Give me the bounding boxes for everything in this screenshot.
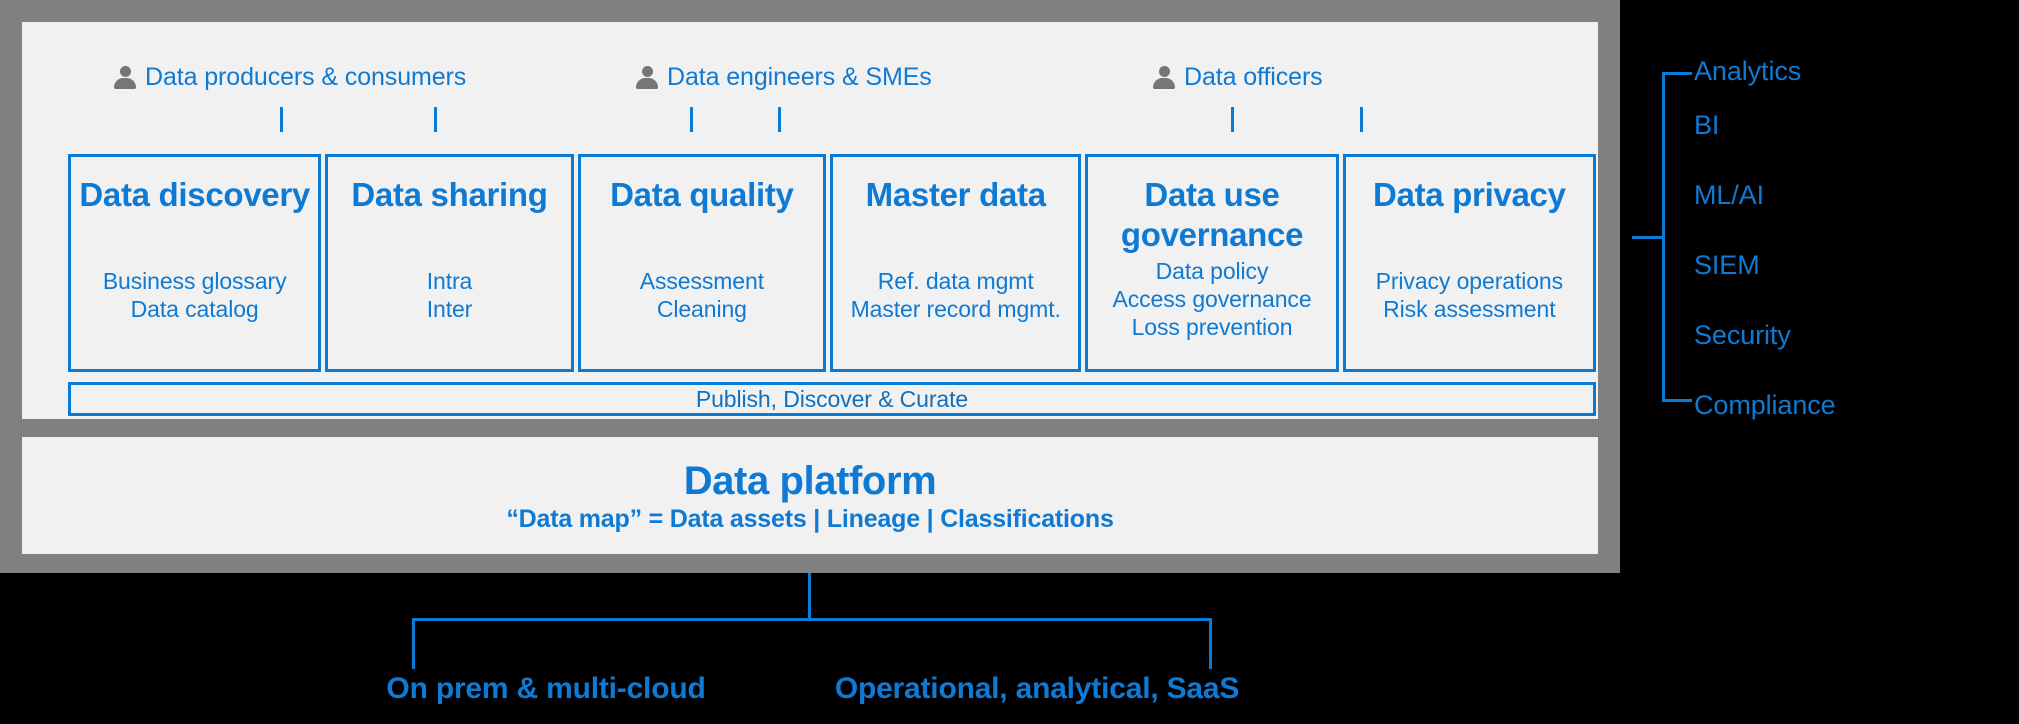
consumer-item-security[interactable]: Security	[1694, 320, 1791, 350]
consumer-item-ml-ai[interactable]: ML/AI	[1694, 180, 1764, 210]
card-title: Data privacy	[1372, 176, 1566, 213]
data-platform-title: Data platform	[683, 458, 937, 503]
card-sub-item: Data catalog	[130, 296, 259, 322]
connector-stub-data-privacy	[1360, 107, 1363, 132]
consumer-item-bi[interactable]: BI	[1694, 110, 1719, 140]
card-sub-item: Inter	[426, 296, 473, 322]
card-title: Data discovery	[79, 176, 310, 213]
consumer-workloads-bracket: Analytics BI ML/AI SIEM Security Complia…	[1632, 48, 2019, 448]
deployment-label-on-prem-multicloud: On prem & multi-cloud	[386, 672, 706, 705]
deployment-label-operational-analytical-saas: Operational, analytical, SaaS	[834, 672, 1240, 705]
card-master-data[interactable]: Master data Ref. data mgmt Master record…	[830, 154, 1082, 372]
connector-stub-data-use-governance	[1231, 107, 1234, 132]
card-title: Data use governance	[1120, 176, 1304, 253]
consumer-item-siem[interactable]: SIEM	[1694, 250, 1760, 280]
deployment-leg-left	[412, 618, 415, 669]
card-sub-item: Data policy	[1155, 258, 1269, 284]
card-data-discovery[interactable]: Data discovery Business glossary Data ca…	[68, 154, 322, 372]
persona-data-engineers-smes: Data engineers & SMEs	[636, 64, 932, 90]
persona-data-officers: Data officers	[1153, 64, 1323, 90]
publish-bar-label: Publish, Discover & Curate	[695, 386, 969, 412]
capability-cards-row: Data discovery Business glossary Data ca…	[68, 154, 1596, 372]
persona-label: Data officers	[1184, 63, 1323, 91]
card-sub-item: Access governance	[1112, 286, 1312, 312]
bracket-inbound-connector	[1632, 236, 1665, 239]
card-sub-list: Business glossary Data catalog	[103, 267, 287, 323]
persona-label: Data engineers & SMEs	[667, 63, 932, 91]
person-icon	[1153, 65, 1175, 89]
card-sub-item: Cleaning	[656, 296, 747, 322]
card-sub-list: Assessment Cleaning	[640, 267, 764, 323]
connector-stub-data-discovery	[280, 107, 283, 132]
data-platform-panel: Data platform “Data map” = Data assets |…	[22, 437, 1598, 554]
deployment-bracket: On prem & multi-cloud Operational, analy…	[0, 573, 2019, 724]
person-icon	[114, 65, 136, 89]
persona-data-producers-consumers: Data producers & consumers	[114, 64, 466, 90]
card-sub-item: Ref. data mgmt	[877, 268, 1034, 294]
bracket-tick-analytics	[1662, 72, 1692, 75]
bracket-tick-compliance	[1662, 399, 1692, 402]
connector-stub-data-sharing	[434, 107, 437, 132]
data-platform-subtitle: “Data map” = Data assets | Lineage | Cla…	[506, 504, 1114, 533]
card-sub-list: Ref. data mgmt Master record mgmt.	[851, 267, 1061, 323]
deployment-drop-connector	[808, 573, 811, 618]
data-governance-panel: Data producers & consumers Data engineer…	[22, 22, 1598, 419]
card-data-sharing[interactable]: Data sharing Intra Inter	[325, 154, 574, 372]
card-data-quality[interactable]: Data quality Assessment Cleaning	[577, 154, 827, 372]
connector-stub-master-data	[778, 107, 781, 132]
person-icon	[636, 65, 658, 89]
card-sub-item: Business glossary	[102, 268, 287, 294]
consumer-item-analytics[interactable]: Analytics	[1694, 56, 1801, 86]
card-title: Data sharing	[351, 176, 548, 213]
publish-discover-curate-bar[interactable]: Publish, Discover & Curate	[68, 382, 1596, 416]
card-sub-item: Master record mgmt.	[850, 296, 1061, 322]
consumer-item-compliance[interactable]: Compliance	[1694, 390, 1836, 420]
card-sub-list: Intra Inter	[427, 267, 473, 323]
card-sub-item: Risk assessment	[1383, 296, 1556, 322]
card-title: Master data	[865, 176, 1046, 213]
card-sub-list: Privacy operations Risk assessment	[1375, 267, 1564, 323]
deployment-leg-right	[1209, 618, 1212, 669]
card-sub-list: Data policy Access governance Loss preve…	[1113, 257, 1312, 341]
connector-stub-data-quality	[690, 107, 693, 132]
persona-label: Data producers & consumers	[145, 63, 467, 91]
card-sub-item: Assessment	[639, 268, 764, 294]
card-sub-item: Intra	[426, 268, 473, 294]
card-sub-item: Loss prevention	[1131, 314, 1293, 340]
card-sub-item: Privacy operations	[1375, 268, 1564, 294]
card-data-privacy[interactable]: Data privacy Privacy operations Risk ass…	[1342, 154, 1596, 372]
card-title: Data quality	[610, 176, 794, 213]
card-data-use-governance[interactable]: Data use governance Data policy Access g…	[1085, 154, 1339, 372]
deployment-rail	[412, 618, 1212, 621]
